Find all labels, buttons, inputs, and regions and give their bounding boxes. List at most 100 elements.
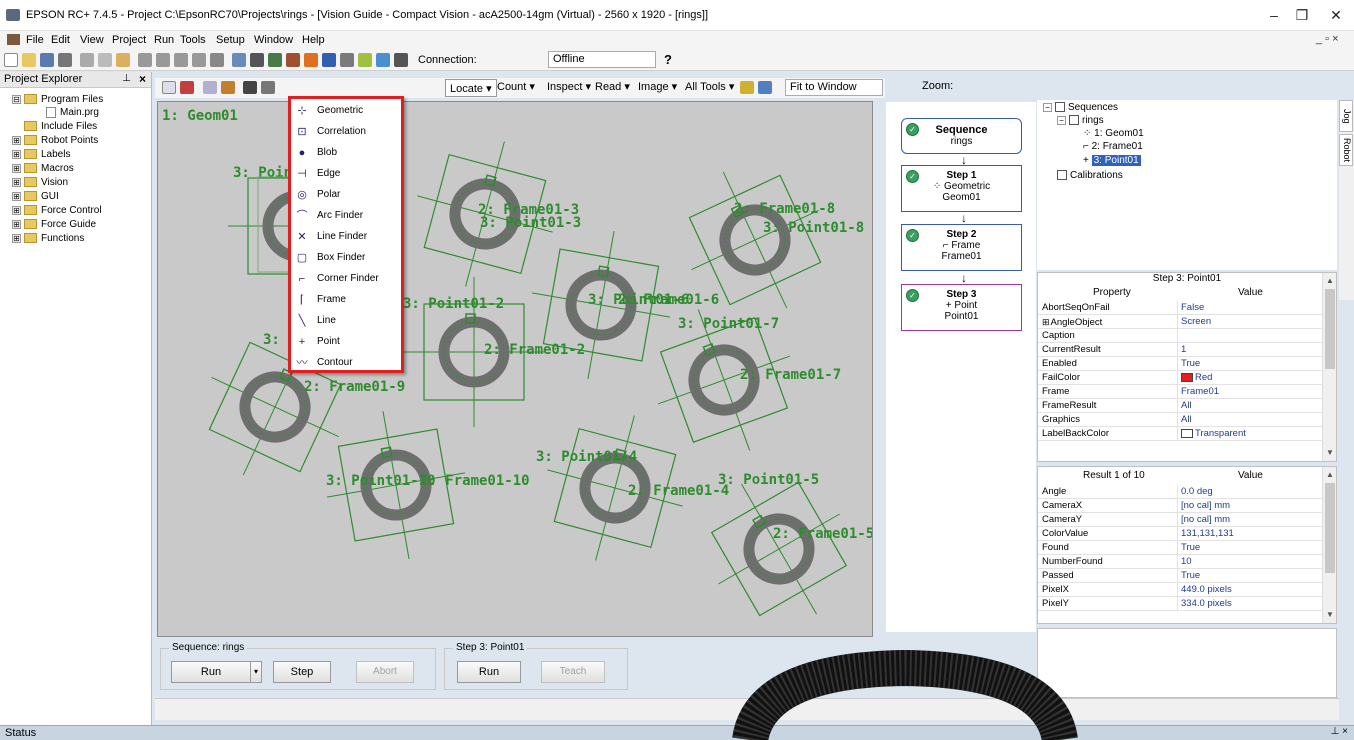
flow-step-2[interactable]: ✓ Step 2 ⌐ Frame Frame01 [901,224,1022,271]
property-row[interactable]: Caption [1038,329,1324,343]
tree-item-main-prg[interactable]: Main.prg [46,107,99,120]
result-row[interactable]: ColorValue 131,131,131 [1038,527,1324,541]
tree-step-point01[interactable]: + 3: Point01 [1083,155,1141,168]
locate-menu-button[interactable]: Locate ▾ [445,79,497,97]
object-manager-icon[interactable] [261,81,275,94]
tree-item-labels[interactable]: ⊞ Labels [12,149,70,162]
delete-sequence-icon[interactable] [180,81,194,94]
tree-item-program-files[interactable]: ⊟ Program Files [12,94,103,107]
scroll-down-icon[interactable]: ▼ [1323,447,1336,459]
property-row[interactable]: LabelBackColor Transparent [1038,427,1324,441]
mdi-app-icon[interactable] [7,34,20,45]
tab-jog[interactable]: Jog [1339,100,1353,132]
indent-icon[interactable] [138,53,152,67]
result-row[interactable]: CameraX [no cal] mm [1038,499,1324,513]
result-row[interactable]: Passed True [1038,569,1324,583]
camera-icon[interactable] [394,53,408,67]
property-row[interactable]: Graphics All [1038,413,1324,427]
scroll-thumb[interactable] [1325,483,1335,573]
new-sequence-icon[interactable] [162,81,176,94]
new-file-icon[interactable] [4,53,18,67]
count-menu-button[interactable]: Count ▾ [497,80,535,93]
tab-robot[interactable]: Robot [1339,134,1353,166]
flow-sequence-box[interactable]: ✓ Sequence rings [901,118,1022,154]
scroll-up-icon[interactable]: ▲ [1323,275,1336,287]
menu-view[interactable]: View [80,34,104,46]
result-row[interactable]: NumberFound 10 [1038,555,1324,569]
scroll-down-icon[interactable]: ▼ [1323,609,1336,621]
locate-item-polar[interactable]: ◎ Polar [291,185,401,205]
abort-button[interactable]: Abort [356,661,414,683]
vision-guide-icon[interactable] [322,53,336,67]
teach-button[interactable]: Teach [541,661,605,683]
gui-builder-icon[interactable] [340,53,354,67]
locate-item-geometric[interactable]: ⊹ Geometric [291,101,401,121]
step-run-button[interactable]: Run [457,661,521,683]
paste-icon[interactable] [116,53,130,67]
table-icon[interactable] [376,53,390,67]
menu-help[interactable]: Help [302,34,325,46]
locate-item-corner-finder[interactable]: ⌐ Corner Finder [291,269,401,289]
mdi-controls[interactable]: _ ▫ × [1316,33,1339,45]
tree-sequences[interactable]: − Sequences [1043,102,1118,115]
sequence-run-button[interactable]: Run [171,661,251,683]
cut-icon[interactable] [80,53,94,67]
force-guide-icon[interactable] [286,53,300,67]
print-icon[interactable] [58,53,72,67]
flow-step-3[interactable]: ✓ Step 3 + Point Point01 [901,284,1022,331]
tree-calibrations[interactable]: Calibrations [1057,170,1123,183]
tree-item-force-control[interactable]: ⊞ Force Control [12,205,102,218]
io-monitor-icon[interactable] [268,53,282,67]
copy-icon[interactable] [98,53,112,67]
tree-item-macros[interactable]: ⊞ Macros [12,163,74,176]
run-icon[interactable] [203,81,217,94]
scroll-up-icon[interactable]: ▲ [1323,469,1336,481]
vision-image-area[interactable]: 3: Poin12: Frame01-33: Point01-32: Frame… [157,101,873,637]
result-row[interactable]: PixelY 334.0 pixels [1038,597,1324,611]
property-row[interactable]: Frame Frame01 [1038,385,1324,399]
tree-item-vision[interactable]: ⊞ Vision [12,177,68,190]
zoom-select[interactable]: Fit to Window [785,79,883,96]
close-icon[interactable]: × [139,72,146,86]
menu-project[interactable]: Project [112,34,146,46]
menu-edit[interactable]: Edit [51,34,70,46]
result-row[interactable]: PixelX 449.0 pixels [1038,583,1324,597]
expand-icon[interactable]: ⊞ [1042,317,1050,327]
property-row[interactable]: ⊞AngleObject Screen [1038,315,1324,329]
locate-item-point[interactable]: + Point [291,332,401,352]
scroll-thumb[interactable] [1325,289,1335,369]
locate-item-frame[interactable]: ⌈ Frame [291,290,401,310]
connection-select[interactable]: Offline [548,51,656,68]
tree-item-include-files[interactable]: Include Files [24,121,97,134]
locate-item-edge[interactable]: ⊣ Edge [291,164,401,184]
help-button[interactable]: ? [664,52,672,67]
calibration-icon[interactable] [221,81,235,94]
run-dropdown-button[interactable]: ▾ [250,661,262,683]
results-scrollbar[interactable]: ▲ ▼ [1322,467,1336,623]
menu-run[interactable]: Run [154,34,174,46]
tree-item-functions[interactable]: ⊞ Functions [12,233,84,246]
result-row[interactable]: CameraY [no cal] mm [1038,513,1324,527]
camera-settings-icon[interactable] [243,81,257,94]
status-icon[interactable] [358,53,372,67]
properties-scrollbar[interactable]: ▲ ▼ [1322,273,1336,461]
menu-setup[interactable]: Setup [216,34,245,46]
all-tools-menu-button[interactable]: All Tools ▾ [685,80,734,93]
property-row[interactable]: Enabled True [1038,357,1324,371]
comment-icon[interactable] [174,53,188,67]
pin-icon[interactable]: ⊥ [122,73,131,84]
property-row[interactable]: CurrentResult 1 [1038,343,1324,357]
outdent-icon[interactable] [156,53,170,67]
flow-step-1[interactable]: ✓ Step 1 ⁘ Geometric Geom01 [901,165,1022,212]
tree-item-gui[interactable]: ⊞ GUI [12,191,59,204]
tree-item-force-guide[interactable]: ⊞ Force Guide [12,219,96,232]
locate-item-line-finder[interactable]: ✕ Line Finder [291,227,401,247]
locate-item-line[interactable]: ╲ Line [291,311,401,331]
command-window-icon[interactable] [250,53,264,67]
status-controls[interactable]: ⊥ × [1331,726,1348,737]
save-icon[interactable] [40,53,54,67]
uncomment-icon[interactable] [192,53,206,67]
locate-item-contour[interactable]: 〰 Contour [291,353,401,373]
locate-item-box-finder[interactable]: ▢ Box Finder [291,248,401,268]
locate-item-correlation[interactable]: ⊡ Correlation [291,122,401,142]
